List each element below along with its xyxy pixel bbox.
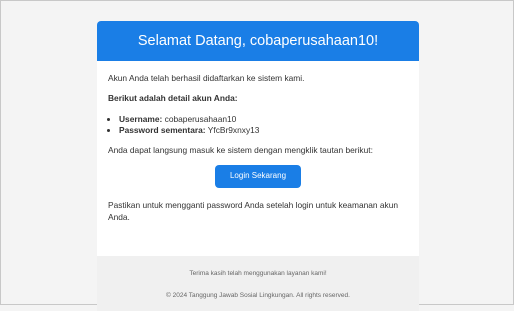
username-label: Username: <box>119 113 163 124</box>
direct-login-text: Anda dapat langsung masuk ke sistem deng… <box>108 145 373 156</box>
password-value: YfcBr9xnxy13 <box>207 125 260 136</box>
password-item: Password sementara: YfcBr9xnxy13 <box>119 125 408 136</box>
email-header: Selamat Datang, cobaperusahaan10! <box>97 21 419 61</box>
email-body: Akun Anda telah berhasil didaftarkan ke … <box>97 61 419 224</box>
account-details-list: Username: cobaperusahaan10 Password seme… <box>108 114 408 137</box>
email-header-title: Selamat Datang, cobaperusahaan10! <box>137 33 379 49</box>
footer-thanks-text: Terima kasih telah menggunakan layanan k… <box>189 270 327 277</box>
password-reminder-text: Pastikan untuk mengganti password Anda s… <box>108 199 399 223</box>
username-value: cobaperusahaan10 <box>164 113 237 124</box>
intro-text: Akun Anda telah berhasil didaftarkan ke … <box>108 73 305 83</box>
footer-copyright-text: © 2024 Tanggung Jawab Sosial Lingkungan.… <box>166 292 350 299</box>
username-item: Username: cobaperusahaan10 <box>119 114 408 125</box>
password-label: Password sementara: <box>119 125 206 136</box>
email-footer: Terima kasih telah menggunakan layanan k… <box>97 256 419 311</box>
email-card: Selamat Datang, cobaperusahaan10! Akun A… <box>97 21 419 311</box>
login-button-wrapper: Login Sekarang <box>108 164 408 188</box>
login-now-button[interactable]: Login Sekarang <box>215 164 301 188</box>
account-details-heading: Berikut adalah detail akun Anda: <box>108 93 238 104</box>
